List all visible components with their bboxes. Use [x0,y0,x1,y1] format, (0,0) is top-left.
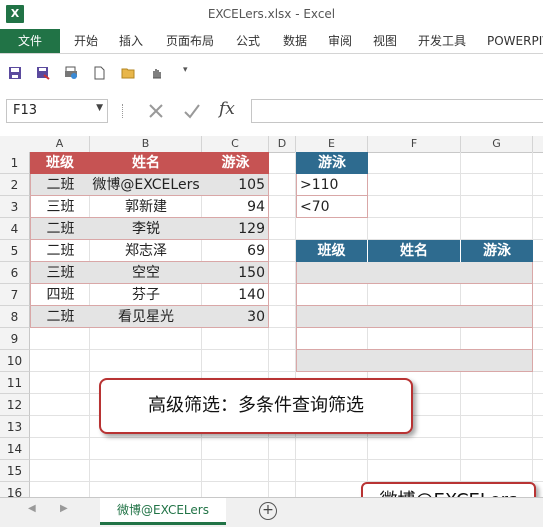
row-header[interactable]: 3 [0,196,30,218]
swim-cell[interactable]: 94 [202,196,269,218]
criteria-cell[interactable]: >110 [296,174,368,196]
name-cell[interactable]: 郑志泽 [90,240,202,262]
output-row[interactable] [296,350,533,372]
col-header-e[interactable]: E [296,136,368,152]
tab-view[interactable]: 视图 [373,29,397,53]
row-header[interactable]: 15 [0,460,30,482]
quick-access-toolbar: ▾ [0,56,543,92]
class-cell[interactable]: 二班 [30,218,90,240]
insert-function-icon[interactable]: fx [219,99,235,119]
tab-developer[interactable]: 开发工具 [418,29,466,53]
customize-qat-icon[interactable]: ▾ [183,65,188,75]
criteria-header-cell[interactable]: 游泳 [296,152,368,174]
row-header[interactable]: 2 [0,174,30,196]
name-box-value: F13 [13,103,38,118]
gridline [30,459,543,460]
print-preview-icon[interactable] [64,66,78,80]
output-row[interactable] [296,306,533,328]
tab-data[interactable]: 数据 [283,29,307,53]
chevron-down-icon[interactable]: ▼ [96,103,103,113]
output-row[interactable] [296,262,533,284]
header-cell-class[interactable]: 班级 [30,152,90,174]
col-header-g[interactable]: G [461,136,533,152]
col-header-d[interactable]: D [269,136,296,152]
col-header-b[interactable]: B [90,136,202,152]
class-cell[interactable]: 三班 [30,196,90,218]
formula-bar-divider [122,104,125,118]
row-header[interactable]: 4 [0,218,30,240]
row-header[interactable]: 11 [0,372,30,394]
row-header[interactable]: 12 [0,394,30,416]
new-document-icon[interactable] [92,66,106,80]
save-as-icon[interactable] [36,66,50,80]
scroll-right-icon[interactable]: ▶ [60,503,68,514]
row-header[interactable]: 8 [0,306,30,328]
header-cell-swim[interactable]: 游泳 [202,152,269,174]
class-cell[interactable]: 三班 [30,262,90,284]
tab-page-layout[interactable]: 页面布局 [166,29,214,53]
criteria-cell[interactable]: <70 [296,196,368,218]
class-cell[interactable]: 四班 [30,284,90,306]
row-header[interactable]: 5 [0,240,30,262]
header-cell-name[interactable]: 姓名 [90,152,202,174]
output-header-class[interactable]: 班级 [296,240,368,262]
swim-cell[interactable]: 69 [202,240,269,262]
row-header[interactable]: 1 [0,152,30,174]
gridline [30,437,543,438]
tab-insert[interactable]: 插入 [119,29,143,53]
col-header-c[interactable]: C [202,136,269,152]
output-row[interactable] [296,328,533,350]
class-cell[interactable]: 二班 [30,306,90,328]
save-icon[interactable] [8,66,22,80]
name-cell[interactable]: 看见星光 [90,306,202,328]
open-folder-icon[interactable] [121,66,135,80]
name-cell[interactable]: 李锐 [90,218,202,240]
row-header[interactable]: 6 [0,262,30,284]
swim-cell[interactable]: 30 [202,306,269,328]
scroll-left-icon[interactable]: ◀ [28,503,36,514]
row-header[interactable]: 13 [0,416,30,438]
touch-mode-icon[interactable] [150,66,164,80]
title-bar: X EXCELers.xlsx - Excel [0,0,543,28]
tab-powerpivot[interactable]: POWERPIV [487,29,543,53]
tab-home[interactable]: 开始 [74,29,98,53]
row-header[interactable]: 10 [0,350,30,372]
row-header[interactable]: 9 [0,328,30,350]
callout-label: 高级筛选：多条件查询筛选 [99,378,413,434]
name-cell[interactable]: 微博@EXCELers [90,174,202,196]
column-headers: A B C D E F G [0,136,543,153]
name-cell[interactable]: 芬子 [90,284,202,306]
cancel-icon[interactable] [147,102,165,120]
tab-formulas[interactable]: 公式 [236,29,260,53]
class-cell[interactable]: 二班 [30,240,90,262]
name-cell[interactable]: 空空 [90,262,202,284]
window-title: EXCELers.xlsx - Excel [207,7,336,21]
swim-cell[interactable]: 150 [202,262,269,284]
add-sheet-icon[interactable]: + [259,502,277,520]
row-header[interactable]: 7 [0,284,30,306]
tab-review[interactable]: 审阅 [328,29,352,53]
col-header-a[interactable]: A [30,136,90,152]
class-cell[interactable]: 二班 [30,174,90,196]
tab-file[interactable]: 文件 [0,29,60,53]
sheet-tab-bar: ◀ ▶ 微博@EXCELers + [0,497,543,527]
confirm-check-icon[interactable] [183,102,201,120]
swim-cell[interactable]: 105 [202,174,269,196]
swim-cell[interactable]: 129 [202,218,269,240]
sheet-tab-active[interactable]: 微博@EXCELers [100,498,226,525]
output-row[interactable] [296,284,533,306]
formula-input[interactable] [251,99,543,123]
swim-cell[interactable]: 140 [202,284,269,306]
name-box[interactable]: F13 ▼ [6,99,108,123]
formula-bar: F13 ▼ fx [0,96,543,126]
output-header-name[interactable]: 姓名 [368,240,461,262]
ribbon-tabs: 文件 开始 插入 页面布局 公式 数据 审阅 视图 开发工具 POWERPIV [0,29,543,54]
row-header[interactable]: 14 [0,438,30,460]
name-cell[interactable]: 郭新建 [90,196,202,218]
output-header-swim[interactable]: 游泳 [461,240,533,262]
col-header-f[interactable]: F [368,136,461,152]
